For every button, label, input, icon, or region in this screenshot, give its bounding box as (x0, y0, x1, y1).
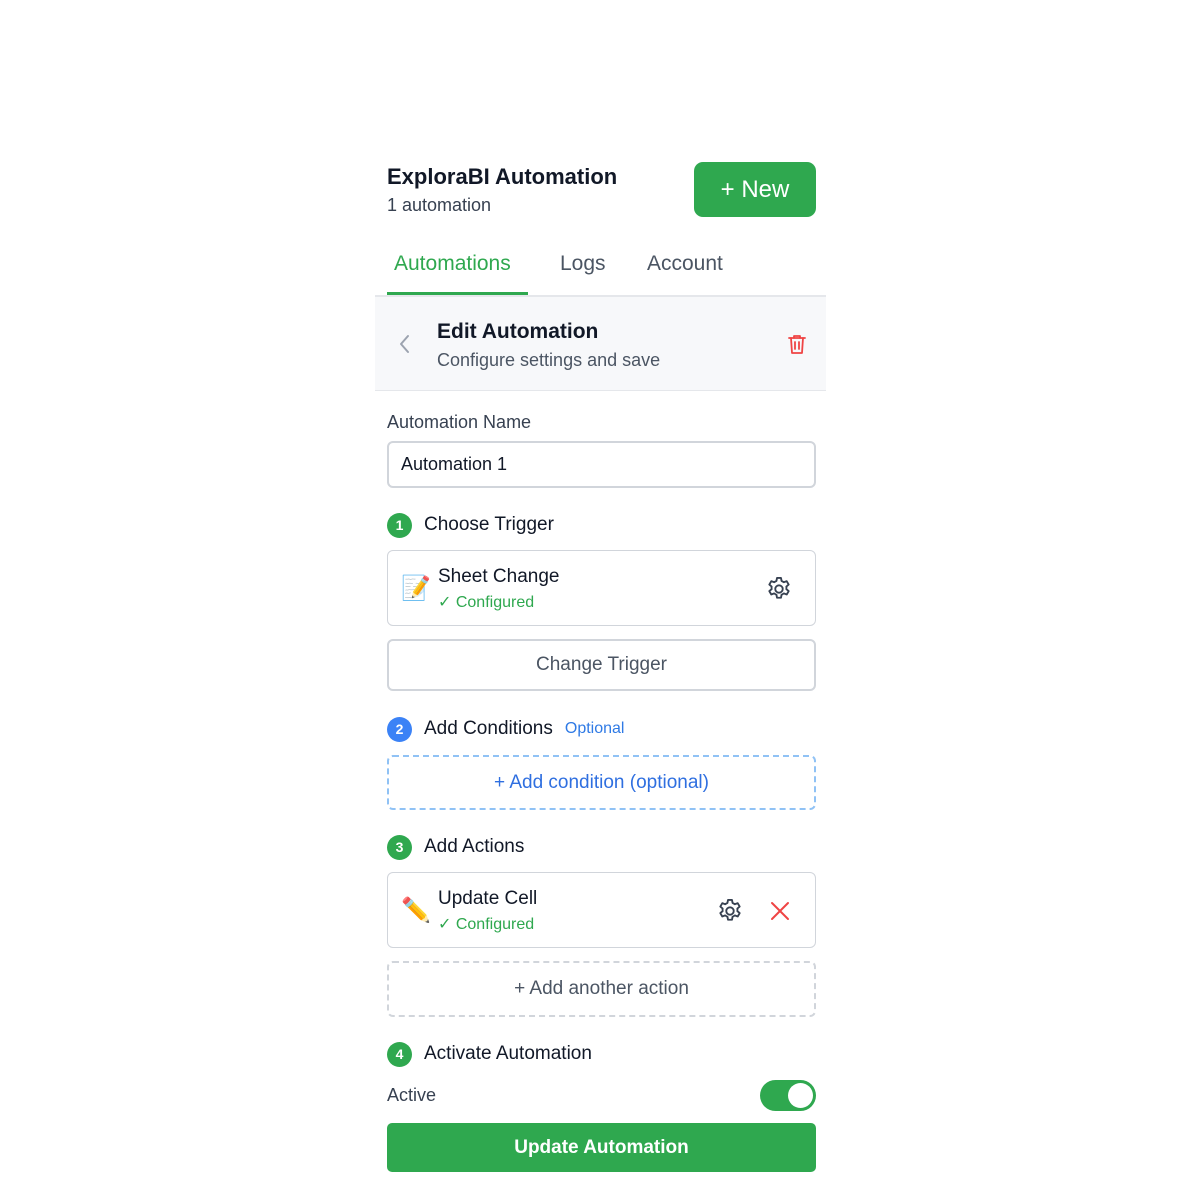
edit-subtitle: Configure settings and save (437, 350, 661, 370)
automation-name-input[interactable] (387, 441, 816, 488)
chevron-left-icon[interactable] (397, 333, 413, 355)
action-card-title: Update Cell (438, 888, 538, 909)
step-number-1: 1 (387, 512, 412, 538)
action-status: ✓ Configured (438, 916, 535, 933)
change-trigger-button[interactable]: Change Trigger (387, 639, 816, 691)
edit-title: Edit Automation (437, 320, 599, 343)
update-automation-button[interactable]: Update Automation (387, 1123, 816, 1172)
step-title-activate: Activate Automation (424, 1043, 592, 1064)
trigger-card-title: Sheet Change (438, 566, 560, 587)
optional-badge: Optional (564, 720, 625, 737)
gear-icon[interactable] (765, 575, 793, 603)
new-automation-button[interactable]: + New (694, 162, 816, 217)
close-icon[interactable] (768, 899, 792, 923)
step-title-actions: Add Actions (424, 836, 525, 857)
step-number-3: 3 (387, 834, 412, 860)
step-title-trigger: Choose Trigger (424, 514, 554, 535)
automation-count: 1 automation (387, 195, 492, 215)
trash-icon[interactable] (785, 332, 809, 356)
action-card: ✏️ Update Cell ✓ Configured (387, 872, 816, 948)
active-tab-indicator (387, 292, 528, 295)
tab-account[interactable]: Account (647, 252, 723, 276)
pencil-icon: ✏️ (401, 897, 431, 924)
edit-header: Edit Automation Configure settings and s… (375, 297, 826, 391)
step-number-4: 4 (387, 1041, 412, 1067)
tab-logs[interactable]: Logs (560, 252, 606, 276)
app-title: ExploraBI Automation (387, 164, 618, 189)
trigger-status: ✓ Configured (438, 594, 535, 611)
memo-icon: 📝 (401, 575, 431, 602)
step-number-2: 2 (387, 716, 412, 742)
add-action-button[interactable]: + Add another action (387, 961, 816, 1017)
active-toggle[interactable] (760, 1080, 816, 1111)
step-activate: 4 Activate Automation (387, 1041, 592, 1067)
step-choose-trigger: 1 Choose Trigger (387, 512, 554, 538)
trigger-card: 📝 Sheet Change ✓ Configured (387, 550, 816, 626)
add-condition-button[interactable]: + Add condition (optional) (387, 755, 816, 810)
active-label: Active (387, 1085, 437, 1105)
step-add-conditions: 2 Add Conditions Optional (387, 716, 624, 742)
tab-bar: Automations Logs Account (375, 230, 826, 297)
step-add-actions: 3 Add Actions (387, 834, 524, 860)
automation-name-label: Automation Name (387, 412, 532, 432)
tab-automations[interactable]: Automations (394, 252, 511, 276)
toggle-knob (788, 1083, 813, 1108)
panel-header: ExploraBI Automation 1 automation + New (375, 160, 826, 230)
gear-icon[interactable] (716, 897, 744, 925)
step-title-conditions: Add Conditions (424, 718, 553, 739)
automation-panel: ExploraBI Automation 1 automation + New … (375, 160, 826, 1172)
